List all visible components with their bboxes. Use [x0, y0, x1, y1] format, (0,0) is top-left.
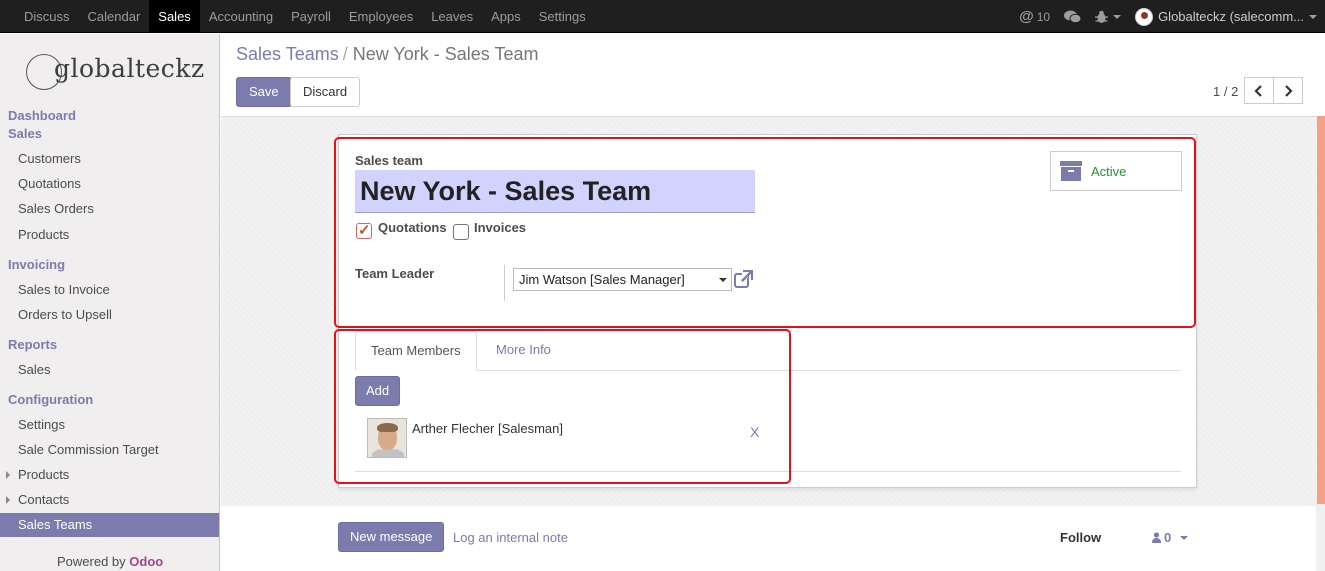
sidebar-section-configuration: Configuration	[8, 392, 94, 407]
sidebar-section-sales: Sales	[8, 126, 42, 141]
scrollbar[interactable]	[1316, 116, 1325, 571]
mentions-count: 10	[1036, 9, 1051, 24]
app-menu: Discuss Calendar Sales Accounting Payrol…	[15, 0, 595, 33]
breadcrumb-current: New York - Sales Team	[352, 44, 539, 64]
sidebar-section-invoicing: Invoicing	[8, 257, 66, 272]
pager-value[interactable]: 1 / 2	[1213, 84, 1238, 99]
chevron-down-icon	[1180, 535, 1189, 540]
save-button[interactable]: Save	[236, 77, 292, 107]
systray: @ 10 Globalteckz (salecomm...	[1005, 0, 1317, 33]
debug-menu[interactable]	[1095, 10, 1122, 24]
chevron-down-icon	[1113, 14, 1122, 19]
sidebar: globalteckz Dashboard Sales Customers Qu…	[0, 34, 220, 571]
follow-button[interactable]: Follow	[1060, 530, 1101, 545]
chevron-down-icon	[1309, 14, 1317, 19]
breadcrumb: Sales Teams / New York - Sales Team	[236, 44, 539, 65]
sidebar-item-settings[interactable]: Settings	[18, 417, 65, 432]
sidebar-item-orders-to-upsell[interactable]: Orders to Upsell	[18, 307, 112, 322]
sidebar-item-products[interactable]: Products	[18, 227, 69, 242]
powered-by-text: Powered by	[57, 554, 126, 569]
mentions-indicator[interactable]: @ 10	[1019, 8, 1050, 25]
sidebar-item-sales-teams[interactable]: Sales Teams	[0, 513, 219, 537]
chat-bubbles-icon	[1064, 10, 1082, 23]
followers-count: 0	[1164, 530, 1172, 545]
expand-triangle-icon[interactable]	[6, 496, 10, 504]
user-avatar	[1135, 7, 1154, 26]
user-menu[interactable]: Globalteckz (salecomm...	[1135, 7, 1317, 26]
pager-next-button[interactable]	[1273, 77, 1303, 104]
sidebar-item-sale-commission-target[interactable]: Sale Commission Target	[18, 442, 159, 457]
odoo-link[interactable]: Odoo	[129, 554, 163, 569]
top-navbar: Discuss Calendar Sales Accounting Payrol…	[0, 0, 1325, 33]
chevron-right-icon	[1285, 84, 1293, 97]
expand-triangle-icon[interactable]	[6, 471, 10, 479]
menu-discuss[interactable]: Discuss	[15, 0, 79, 33]
new-message-button[interactable]: New message	[338, 522, 445, 552]
bug-icon	[1095, 10, 1109, 23]
menu-apps[interactable]: Apps	[482, 0, 530, 33]
highlight-box-header	[334, 137, 1196, 328]
log-note-link[interactable]: Log an internal note	[453, 530, 568, 545]
sidebar-item-label: Sales Teams	[18, 517, 93, 532]
followers-button[interactable]: 0	[1152, 530, 1189, 545]
powered-by: Powered by Odoo	[57, 554, 163, 569]
menu-calendar[interactable]: Calendar	[79, 0, 150, 33]
sidebar-item-sales-to-invoice[interactable]: Sales to Invoice	[18, 282, 110, 297]
at-icon: @	[1019, 8, 1034, 25]
menu-employees[interactable]: Employees	[340, 0, 422, 33]
sidebar-item-sales-orders[interactable]: Sales Orders	[18, 201, 94, 216]
sidebar-item-customers[interactable]: Customers	[18, 151, 81, 166]
menu-accounting[interactable]: Accounting	[200, 0, 282, 33]
sidebar-section-reports: Reports	[8, 337, 58, 352]
menu-sales[interactable]: Sales	[149, 0, 200, 33]
sidebar-item-config-products[interactable]: Products	[18, 467, 69, 482]
menu-leaves[interactable]: Leaves	[422, 0, 482, 33]
breadcrumb-sales-teams[interactable]: Sales Teams	[236, 44, 339, 64]
sidebar-item-dashboard[interactable]: Dashboard	[8, 108, 76, 123]
chevron-left-icon	[1254, 84, 1262, 97]
user-name: Globalteckz (salecomm...	[1158, 9, 1304, 24]
chat-button[interactable]	[1064, 10, 1082, 24]
menu-settings[interactable]: Settings	[530, 0, 595, 33]
sidebar-item-quotations[interactable]: Quotations	[18, 176, 81, 191]
user-icon	[1152, 532, 1161, 543]
sidebar-item-contacts[interactable]: Contacts	[18, 492, 69, 507]
company-logo[interactable]: globalteckz	[26, 52, 204, 92]
breadcrumb-separator: /	[342, 44, 348, 64]
menu-payroll[interactable]: Payroll	[282, 0, 340, 33]
discard-button[interactable]: Discard	[290, 77, 361, 107]
highlight-box-members	[334, 329, 791, 484]
sidebar-item-reports-sales[interactable]: Sales	[18, 362, 51, 377]
pager-previous-button[interactable]	[1244, 77, 1274, 104]
logo-text: globalteckz	[54, 54, 205, 83]
